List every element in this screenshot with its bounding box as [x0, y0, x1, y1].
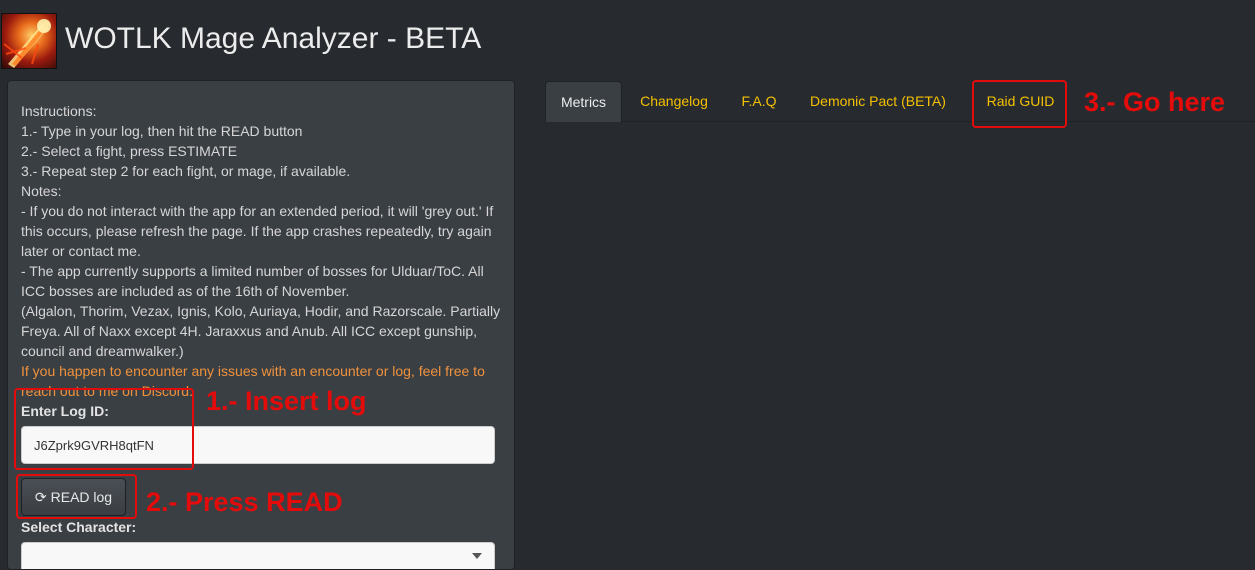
annotation-press-read: 2.- Press READ [146, 487, 343, 517]
annotation-go-here: 3.- Go here [1084, 87, 1226, 117]
annotation-box-insert-log [14, 388, 194, 470]
tab-demonic-pact[interactable]: Demonic Pact (BETA) [798, 81, 958, 122]
tab-divider [622, 121, 1255, 122]
instruction-step-3: 3.- Repeat step 2 for each fight, or mag… [21, 163, 351, 179]
app-title: WOTLK Mage Analyzer - BETA [65, 22, 482, 55]
annotation-box-raid-guid [972, 80, 1067, 128]
instruction-step-2: 2.- Select a fight, press ESTIMATE [21, 143, 238, 159]
note-grey-out: - If you do not interact with the app fo… [21, 203, 494, 259]
tab-changelog[interactable]: Changelog [627, 81, 721, 122]
note-bosses: - The app currently supports a limited n… [21, 263, 484, 299]
tab-faq[interactable]: F.A.Q [728, 81, 790, 122]
note-boss-list: (Algalon, Thorim, Vezax, Ignis, Kolo, Au… [21, 303, 501, 359]
app-header: WOTLK Mage Analyzer - BETA [0, 0, 1255, 80]
select-character-label: Select Character: [21, 519, 137, 535]
tab-metrics[interactable]: Metrics [545, 81, 622, 122]
instructions: Instructions: 1.- Type in your log, then… [21, 101, 501, 401]
character-select[interactable] [21, 542, 495, 569]
chevron-down-icon [472, 553, 482, 559]
annotation-box-read-log [16, 474, 137, 519]
annotation-insert-log: 1.- Insert log [206, 386, 367, 416]
instructions-heading: Instructions: [21, 103, 97, 119]
instruction-step-1: 1.- Type in your log, then hit the READ … [21, 123, 303, 139]
notes-heading: Notes: [21, 183, 62, 199]
mage-spell-icon [1, 13, 57, 69]
